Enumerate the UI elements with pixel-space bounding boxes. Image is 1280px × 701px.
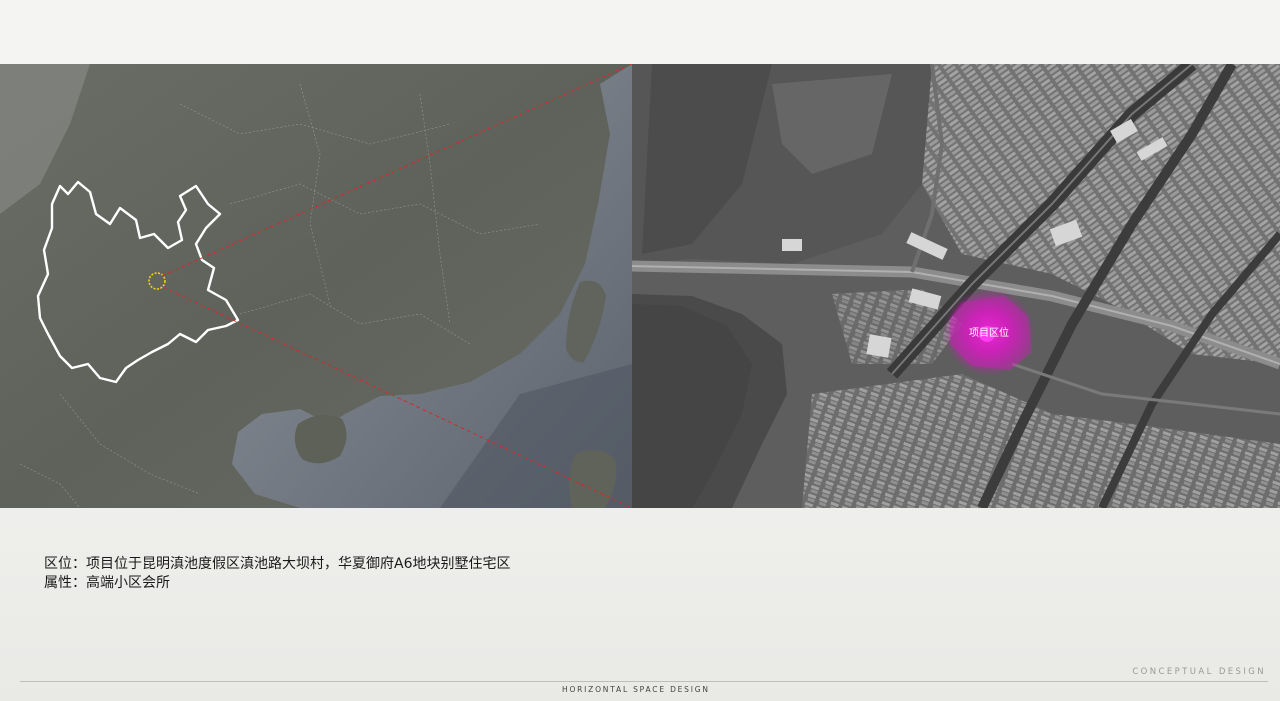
top-band [0,0,1280,64]
footer-horizontal-space-design: HORIZONTAL SPACE DESIGN [562,685,710,694]
caption-attribute: 属性：高端小区会所 [44,575,170,591]
regional-satellite-map [0,64,632,508]
footer-conceptual-design: CONCEPTUAL DESIGN [1132,667,1266,677]
hainan-island [294,415,347,464]
luzon-island [569,450,617,508]
caption-location: 区位：项目位于昆明滇池度假区滇池路大坝村，华夏御府A6地块别墅住宅区 [44,556,511,572]
caption-block: 区位：项目位于昆明滇池度假区滇池路大坝村，华夏御府A6地块别墅住宅区 属性：高端… [44,555,510,593]
aerial-site-map: 项目区位 [632,64,1280,508]
footer-divider [20,681,1268,682]
site-label: 项目区位 [969,326,1009,339]
